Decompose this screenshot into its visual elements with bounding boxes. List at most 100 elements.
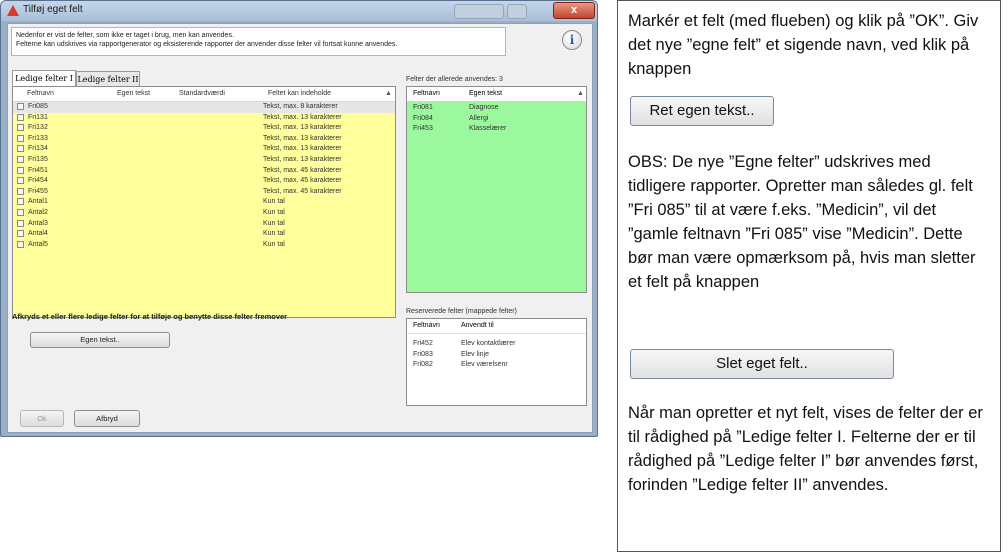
- table-row[interactable]: Antal5 Kun tal: [13, 240, 395, 251]
- field-name: Fri083: [413, 350, 433, 358]
- list-item[interactable]: Fri083 Elev linje: [413, 350, 583, 361]
- table-row[interactable]: Fri455 Tekst, max. 45 karakterer: [13, 187, 395, 198]
- row-checkbox[interactable]: [17, 113, 24, 121]
- list-item[interactable]: Fri452 Elev kontaktlærer: [413, 339, 583, 350]
- table-row[interactable]: Fri134 Tekst, max. 13 karakterer: [13, 144, 395, 155]
- field-capacity: Tekst, max. 45 karakterer: [263, 166, 342, 174]
- table-row[interactable]: Fri131 Tekst, max. 13 karakterer: [13, 113, 395, 124]
- field-name: Fri081: [413, 104, 433, 111]
- column-header-feltet-kan-indeholde[interactable]: Feltet kan indeholde: [268, 87, 331, 101]
- instruction-note: Afkryds et eller flere ledige felter for…: [12, 312, 288, 321]
- table-row[interactable]: Fri451 Tekst, max. 45 karakterer: [13, 166, 395, 177]
- reserved-fields-grid: Feltnavn Anvendt til Fri452 Elev kontaktl…: [406, 318, 587, 406]
- field-capacity: Tekst, max. 13 karakterer: [263, 145, 342, 153]
- free-fields-grid: Feltnavn Egen tekst Standardværdi Feltet…: [12, 86, 396, 318]
- field-name: Fri134: [28, 145, 48, 153]
- field-name: Fri131: [28, 113, 48, 121]
- info-icon[interactable]: i: [562, 30, 582, 50]
- field-capacity: Kun tal: [263, 219, 285, 227]
- row-checkbox[interactable]: [17, 230, 24, 238]
- own-text-button[interactable]: Egen tekst..: [30, 332, 170, 348]
- field-name: Fri082: [413, 361, 433, 368]
- column-header-standardvaerdi[interactable]: Standardværdi: [179, 87, 225, 101]
- row-checkbox[interactable]: [17, 166, 24, 174]
- explanation-paragraph-2: OBS: De nye ”Egne felter” udskrives med …: [628, 153, 976, 291]
- column-header-feltnavn[interactable]: Feltnavn: [413, 87, 440, 101]
- explanation-paragraph-1: Markér et felt (med flueben) og klik på …: [628, 12, 979, 78]
- column-header-feltnavn[interactable]: Feltnavn: [27, 87, 54, 101]
- row-checkbox[interactable]: [17, 240, 24, 248]
- field-name: Antal2: [28, 209, 48, 216]
- explanation-panel: Markér et felt (med flueben) og klik på …: [617, 0, 1001, 552]
- list-item[interactable]: Fri084 Allergi: [413, 114, 583, 125]
- table-row[interactable]: Antal4 Kun tal: [13, 229, 395, 240]
- row-checkbox[interactable]: [17, 198, 24, 206]
- table-row[interactable]: Fri133 Tekst, max. 13 karakterer: [13, 134, 395, 145]
- row-checkbox[interactable]: [17, 145, 24, 153]
- list-item[interactable]: Fri082 Elev værelsenr: [413, 360, 583, 371]
- scroll-up-icon[interactable]: ▲: [577, 87, 584, 101]
- row-checkbox[interactable]: [17, 103, 24, 110]
- ok-button[interactable]: Ok: [20, 410, 64, 427]
- row-checkbox[interactable]: [17, 219, 24, 227]
- info-message: Nedenfor er vist de felter, som ikke er …: [11, 27, 506, 56]
- blurred-title-button: [507, 4, 527, 19]
- field-capacity: Tekst, max. 13 karakterer: [263, 134, 342, 142]
- column-header-feltnavn[interactable]: Feltnavn: [413, 319, 440, 333]
- dialog-window: Tilføj eget felt x Nedenfor er vist de f…: [0, 0, 598, 437]
- dialog-title: Tilføj eget felt: [23, 4, 83, 15]
- table-row[interactable]: Fri085 Tekst, max. 8 karakterer: [13, 102, 395, 113]
- info-line-1: Nedenfor er vist de felter, som ikke er …: [16, 32, 234, 39]
- field-name: Fri084: [413, 114, 433, 122]
- field-capacity: Kun tal: [263, 198, 285, 206]
- field-text: Elev værelsenr: [461, 361, 508, 368]
- field-capacity: Tekst, max. 8 karakterer: [263, 103, 338, 110]
- table-row[interactable]: Antal2 Kun tal: [13, 208, 395, 219]
- row-checkbox[interactable]: [17, 177, 24, 185]
- column-header-egen-tekst[interactable]: Egen tekst: [117, 87, 150, 101]
- tab-ledige-felter-1[interactable]: Ledige felter I: [12, 70, 76, 86]
- list-item[interactable]: Fri453 Klasselærer: [413, 124, 583, 135]
- used-fields-label: Felter der allerede anvendes: 3: [406, 76, 503, 83]
- field-name: Fri132: [28, 124, 48, 132]
- table-row[interactable]: Fri454 Tekst, max. 45 karakterer: [13, 176, 395, 187]
- field-name: Antal4: [28, 230, 48, 238]
- row-checkbox[interactable]: [17, 124, 24, 132]
- scroll-up-icon[interactable]: ▲: [385, 87, 392, 101]
- field-capacity: Kun tal: [263, 230, 285, 238]
- field-capacity: Tekst, max. 13 karakterer: [263, 156, 342, 163]
- info-line-2: Felterne kan udskrives via rapportgenera…: [16, 41, 398, 48]
- table-row[interactable]: Fri132 Tekst, max. 13 karakterer: [13, 123, 395, 134]
- row-checkbox[interactable]: [17, 187, 24, 195]
- delete-own-field-button-illustration: Slet eget felt..: [630, 349, 894, 379]
- list-item[interactable]: Fri081 Diagnose: [413, 103, 583, 114]
- field-name: Fri135: [28, 156, 48, 163]
- used-fields-header: Feltnavn Egen tekst ▲: [407, 87, 586, 101]
- explanation-paragraph-3: Når man opretter et nyt felt, vises de f…: [628, 404, 983, 494]
- field-capacity: Tekst, max. 45 karakterer: [263, 187, 342, 195]
- app-warning-icon: [7, 5, 19, 16]
- field-text: Allergi: [469, 114, 489, 122]
- column-header-egen-tekst[interactable]: Egen tekst: [469, 87, 502, 101]
- field-name: Antal1: [28, 198, 48, 206]
- field-capacity: Kun tal: [263, 209, 285, 216]
- title-bar: Tilføj eget felt x: [1, 1, 597, 21]
- table-row[interactable]: Antal3 Kun tal: [13, 219, 395, 230]
- edit-own-text-button-illustration: Ret egen tekst..: [630, 96, 774, 126]
- blurred-title-button: [454, 4, 504, 19]
- table-row[interactable]: Antal1 Kun tal: [13, 197, 395, 208]
- field-capacity: Tekst, max. 13 karakterer: [263, 113, 342, 121]
- dialog-client-area: Nedenfor er vist de felter, som ikke er …: [7, 23, 593, 433]
- tab-ledige-felter-2[interactable]: Ledige felter II: [76, 71, 140, 86]
- column-header-anvendt-til[interactable]: Anvendt til: [461, 319, 494, 333]
- close-button[interactable]: x: [553, 2, 595, 19]
- row-checkbox[interactable]: [17, 156, 24, 163]
- row-checkbox[interactable]: [17, 134, 24, 142]
- field-text: Elev kontaktlærer: [461, 340, 516, 347]
- field-capacity: Tekst, max. 45 karakterer: [263, 177, 342, 185]
- cancel-button[interactable]: Afbryd: [74, 410, 140, 427]
- field-name: Fri133: [28, 134, 48, 142]
- field-name: Fri085: [28, 103, 48, 110]
- table-row[interactable]: Fri135 Tekst, max. 13 karakterer: [13, 155, 395, 166]
- row-checkbox[interactable]: [17, 209, 24, 216]
